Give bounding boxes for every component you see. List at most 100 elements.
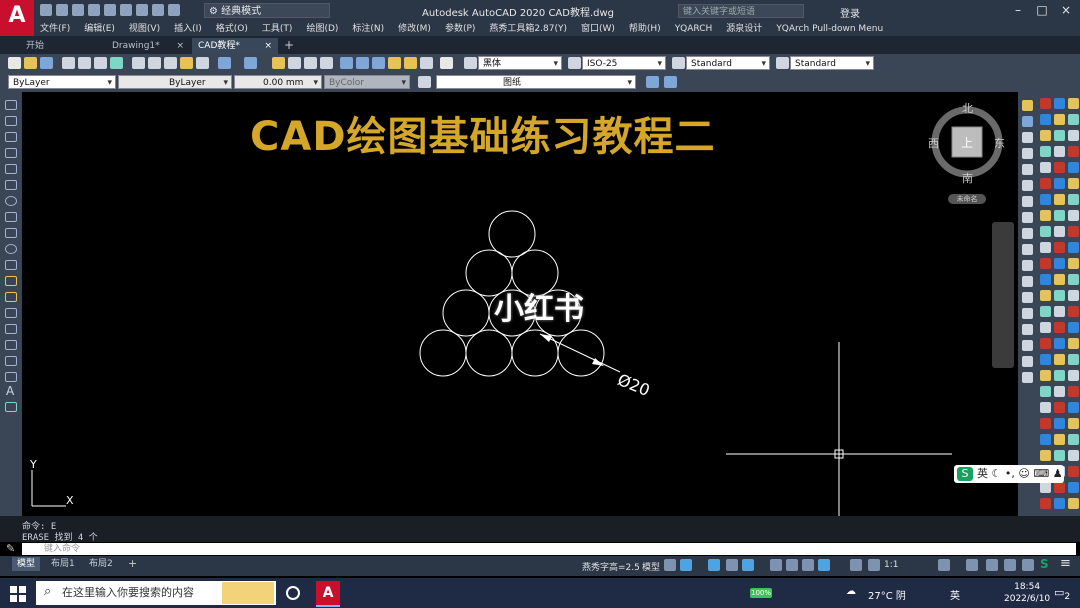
- yq-tool-icon[interactable]: [1054, 194, 1065, 205]
- yq-tool-icon[interactable]: [1068, 114, 1079, 125]
- yq-tool-icon[interactable]: [1040, 370, 1051, 381]
- ime-toolbar[interactable]: S英 ☾ •, ☺ ⌨ ♟: [954, 465, 1064, 483]
- yq-tool-icon[interactable]: [1040, 338, 1051, 349]
- compass-south[interactable]: 南: [962, 170, 973, 186]
- yq-tool-icon[interactable]: [1040, 114, 1051, 125]
- yq-tool-icon[interactable]: [1054, 306, 1065, 317]
- yq-tool-icon[interactable]: [1040, 226, 1051, 237]
- yq-tool-icon[interactable]: [1054, 178, 1065, 189]
- yq-tool-icon[interactable]: [1040, 482, 1051, 493]
- erase-icon[interactable]: [1022, 100, 1033, 111]
- text-height-status[interactable]: 燕秀字高=2.5: [582, 560, 640, 573]
- viewcube[interactable]: 北 南 东 西 上: [926, 98, 1008, 208]
- break-icon[interactable]: [1022, 276, 1033, 287]
- circle[interactable]: [419, 329, 467, 377]
- workspace-switch-icon[interactable]: [938, 559, 950, 571]
- yq-tool-icon[interactable]: [1054, 290, 1065, 301]
- auto-scale-icon[interactable]: [868, 559, 880, 571]
- yq-tool-icon[interactable]: [1068, 274, 1079, 285]
- yq-tool-icon[interactable]: [1068, 354, 1079, 365]
- yq-tool-icon[interactable]: [1040, 306, 1051, 317]
- circle[interactable]: [488, 210, 536, 258]
- stretch-icon[interactable]: [1022, 228, 1033, 239]
- offset-icon[interactable]: [1022, 148, 1033, 159]
- yq-tool-icon[interactable]: [1040, 402, 1051, 413]
- mirror-icon[interactable]: [1022, 132, 1033, 143]
- yq-tool-icon[interactable]: [1068, 450, 1079, 461]
- scale-icon[interactable]: [1022, 212, 1033, 223]
- yq-tool-icon[interactable]: [1054, 98, 1065, 109]
- explode-2-icon[interactable]: [1022, 372, 1033, 383]
- explode-icon[interactable]: [1022, 340, 1033, 351]
- model-space-button[interactable]: 模型: [642, 560, 660, 573]
- yq-tool-icon[interactable]: [1068, 130, 1079, 141]
- isodraft-icon[interactable]: [770, 559, 782, 571]
- yq-tool-icon[interactable]: [1068, 290, 1079, 301]
- yq-tool-icon[interactable]: [1054, 274, 1065, 285]
- yq-tool-icon[interactable]: [1040, 178, 1051, 189]
- annotation-visibility-icon[interactable]: [850, 559, 862, 571]
- yq-tool-icon[interactable]: [1068, 226, 1079, 237]
- yq-tool-icon[interactable]: [1068, 178, 1079, 189]
- annotation-scale[interactable]: 1:1: [884, 560, 898, 570]
- yq-tool-icon[interactable]: [1068, 210, 1079, 221]
- extend-icon[interactable]: [1022, 260, 1033, 271]
- hardware-acceleration-icon[interactable]: [1004, 559, 1016, 571]
- copy-object-icon[interactable]: [1022, 116, 1033, 127]
- yq-tool-icon[interactable]: [1054, 402, 1065, 413]
- circle[interactable]: [465, 329, 513, 377]
- join-icon[interactable]: [1022, 292, 1033, 303]
- tab-model[interactable]: 模型: [12, 557, 41, 571]
- yq-tool-icon[interactable]: [1068, 370, 1079, 381]
- yq-tool-icon[interactable]: [1040, 258, 1051, 269]
- customize-icon[interactable]: ✎: [6, 542, 15, 555]
- notification-center-icon[interactable]: ▭2: [1054, 586, 1070, 602]
- yq-tool-icon[interactable]: [1068, 258, 1079, 269]
- yq-tool-icon[interactable]: [1040, 290, 1051, 301]
- yq-tool-icon[interactable]: [1068, 418, 1079, 429]
- yq-tool-icon[interactable]: [1040, 274, 1051, 285]
- yq-tool-icon[interactable]: [1040, 498, 1051, 509]
- drawing-heading[interactable]: CAD绘图基础练习教程二: [250, 104, 716, 162]
- yq-tool-icon[interactable]: [1040, 194, 1051, 205]
- yq-tool-icon[interactable]: [1054, 450, 1065, 461]
- system-clock[interactable]: 18:54 2022/6/10: [1004, 581, 1050, 605]
- yq-tool-icon[interactable]: [1054, 242, 1065, 253]
- rotate-icon[interactable]: [1022, 196, 1033, 207]
- command-input[interactable]: 键入命令: [22, 543, 1076, 555]
- yq-tool-icon[interactable]: [1068, 434, 1079, 445]
- yq-tool-icon[interactable]: [1068, 338, 1079, 349]
- circle[interactable]: [442, 289, 490, 337]
- yq-tool-icon[interactable]: [1054, 418, 1065, 429]
- yq-tool-icon[interactable]: [1054, 482, 1065, 493]
- object-snap-tracking-icon[interactable]: [786, 559, 798, 571]
- fillet-icon[interactable]: [1022, 324, 1033, 335]
- yq-tool-icon[interactable]: [1054, 114, 1065, 125]
- add-layout-icon[interactable]: +: [128, 557, 137, 570]
- yq-tool-icon[interactable]: [1054, 338, 1065, 349]
- yq-tool-icon[interactable]: [1054, 386, 1065, 397]
- yq-tool-icon[interactable]: [1068, 482, 1079, 493]
- task-view-icon[interactable]: [286, 586, 300, 600]
- yq-tool-icon[interactable]: [1054, 210, 1065, 221]
- selection-cycling-icon[interactable]: [818, 559, 830, 571]
- polar-icon[interactable]: [742, 559, 754, 571]
- yq-tool-icon[interactable]: [1040, 322, 1051, 333]
- yq-tool-icon[interactable]: [1068, 242, 1079, 253]
- clean-screen-icon[interactable]: [1022, 559, 1034, 571]
- annotation-monitor-icon[interactable]: [966, 559, 978, 571]
- yq-tool-icon[interactable]: [1040, 418, 1051, 429]
- wcs-menu[interactable]: 未命名: [948, 194, 986, 204]
- yq-tool-icon[interactable]: [1040, 354, 1051, 365]
- yq-tool-icon[interactable]: [1054, 354, 1065, 365]
- yq-tool-icon[interactable]: [1040, 450, 1051, 461]
- customization-menu-icon[interactable]: ≡: [1060, 556, 1071, 571]
- battery-indicator[interactable]: 100%: [750, 588, 772, 598]
- ortho-icon[interactable]: [726, 559, 738, 571]
- yq-tool-icon[interactable]: [1068, 162, 1079, 173]
- chamfer-icon[interactable]: [1022, 308, 1033, 319]
- tab-layout2[interactable]: 布局2: [84, 557, 118, 571]
- snap-icon[interactable]: [680, 559, 692, 571]
- object-snap-icon[interactable]: [802, 559, 814, 571]
- yq-tool-icon[interactable]: [1040, 434, 1051, 445]
